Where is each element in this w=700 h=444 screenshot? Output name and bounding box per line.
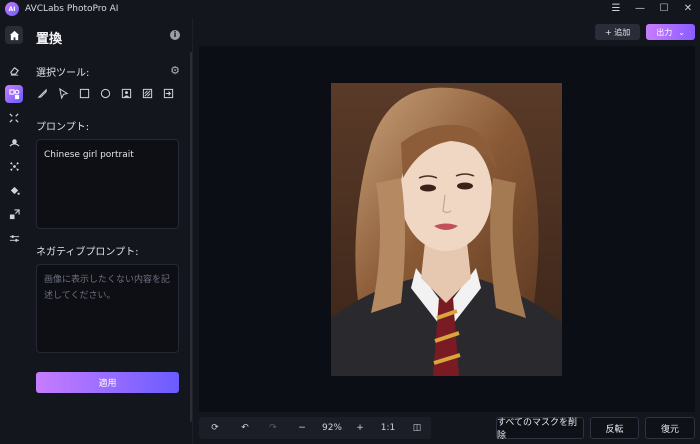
lasso-icon[interactable]	[57, 87, 70, 100]
menu-icon[interactable]: ☰	[610, 2, 622, 16]
zoom-level: 92%	[321, 423, 342, 433]
negative-prompt-input[interactable]: 画像に表示したくない内容を記述してください。	[36, 264, 179, 353]
selection-tools-label: 選択ツール:	[36, 68, 90, 79]
rectangle-icon[interactable]	[78, 87, 91, 100]
apply-button[interactable]: 適用	[36, 372, 179, 393]
main-area: + 追加 出力 ⌄ ⟳ ↶ ↷ − 92% + 1:1 ◫ すべてのマスクを削除…	[193, 18, 700, 444]
eraser-icon[interactable]	[5, 61, 23, 79]
replace-icon[interactable]	[5, 85, 23, 103]
clear-masks-button[interactable]: すべてのマスクを削除	[496, 417, 584, 441]
image-canvas[interactable]	[199, 46, 695, 412]
panel-scrollbar[interactable]	[190, 52, 192, 422]
undo-icon[interactable]: ↶	[231, 417, 259, 439]
zoom-out-button[interactable]: −	[287, 417, 317, 439]
stars-icon[interactable]	[5, 157, 23, 175]
selection-tools	[36, 87, 175, 100]
window-controls: ☰ — ☐ ✕	[610, 2, 694, 16]
person-icon[interactable]	[120, 87, 133, 100]
close-icon[interactable]: ✕	[682, 2, 694, 16]
title-bar: AI AVCLabs PhotoPro AI ☰ — ☐ ✕	[0, 0, 700, 18]
brush-icon[interactable]	[36, 87, 49, 100]
add-label: + 追加	[605, 27, 631, 37]
prompt-input[interactable]: Chinese girl portrait	[36, 139, 179, 229]
background-icon[interactable]	[5, 133, 23, 151]
negative-prompt-label: ネガティブプロンプト:	[36, 247, 139, 258]
reset-icon[interactable]: ⟳	[199, 417, 231, 439]
gear-icon[interactable]: ⚙	[170, 64, 180, 77]
adjust-icon[interactable]	[5, 229, 23, 247]
prompt-label: プロンプト:	[36, 122, 90, 133]
import-icon[interactable]	[162, 87, 175, 100]
invert-button[interactable]: 反転	[590, 417, 639, 439]
top-toolbar: + 追加 出力 ⌄	[595, 24, 695, 40]
export-label: 出力	[656, 27, 673, 37]
portrait-photo	[331, 83, 562, 376]
app-logo: AI	[5, 2, 19, 16]
panel-title: 置換	[36, 32, 63, 47]
chevron-down-icon: ⌄	[678, 27, 685, 37]
add-button[interactable]: + 追加	[595, 24, 641, 40]
ellipse-icon[interactable]	[99, 87, 112, 100]
compare-icon[interactable]: ◫	[403, 417, 431, 439]
export-button[interactable]: 出力 ⌄	[646, 24, 695, 40]
maximize-icon[interactable]: ☐	[658, 2, 670, 16]
app-title: AVCLabs PhotoPro AI	[25, 4, 119, 14]
info-icon[interactable]: i	[170, 30, 180, 40]
tool-rail	[0, 18, 28, 444]
resize-icon[interactable]	[5, 205, 23, 223]
zoom-in-button[interactable]: +	[347, 417, 373, 439]
expand-icon[interactable]	[5, 109, 23, 127]
ratio-button[interactable]: 1:1	[373, 417, 403, 439]
fill-icon[interactable]	[5, 181, 23, 199]
restore-button[interactable]: 復元	[645, 417, 695, 439]
pattern-icon[interactable]	[141, 87, 154, 100]
zoom-toolbar: ⟳ ↶ ↷ − 92% + 1:1 ◫	[199, 417, 431, 439]
minimize-icon[interactable]: —	[634, 2, 646, 16]
redo-icon[interactable]: ↷	[259, 417, 287, 439]
replace-panel: 置換 i 選択ツール: ⚙ プロンプト: Chinese girl portra…	[28, 18, 193, 444]
home-icon[interactable]	[5, 26, 23, 44]
